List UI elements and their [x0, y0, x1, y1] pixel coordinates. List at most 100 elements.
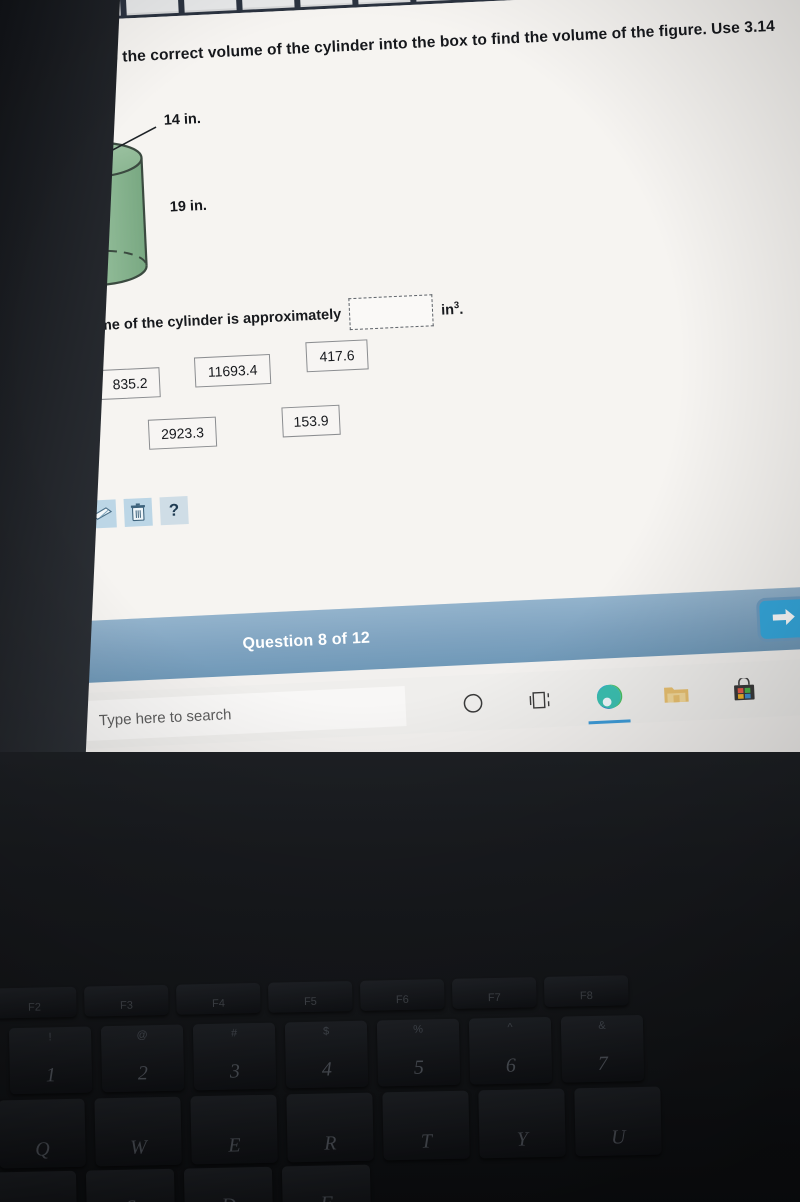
eraser-icon: [92, 507, 113, 522]
laptop-body-bottom: [0, 752, 800, 1202]
key-label: S: [125, 1197, 136, 1202]
laptop-photo: 1 2 3 4 Drag and drop the correct volume…: [0, 0, 800, 1202]
key-fn-label: F5: [303, 995, 317, 1009]
keyboard-key: #3: [192, 1022, 277, 1091]
start-button[interactable]: [0, 711, 53, 738]
answer-tile-group: 835.2 11693.4 417.6 2923.3 153.9: [79, 339, 504, 489]
rewind-button[interactable]: [0, 0, 17, 19]
back-button[interactable]: [21, 0, 63, 17]
keyboard-key: & 7: [560, 1014, 645, 1083]
answer-tile[interactable]: 153.9: [281, 404, 341, 438]
key-label: 2: [137, 1062, 149, 1085]
answer-unit: in3.: [441, 300, 464, 319]
cylinder-svg: [44, 126, 157, 287]
height-label: 19 in.: [169, 197, 208, 216]
key-label: 6: [505, 1054, 517, 1077]
keyboard-key: Y: [478, 1088, 566, 1159]
keyboard-key: A: [0, 1170, 78, 1202]
trash-tool-button[interactable]: [123, 497, 153, 527]
warning-triangle-icon: [64, 643, 82, 662]
status-bar-icon-group: ?: [26, 638, 87, 668]
key-label: 7: [597, 1052, 609, 1075]
tool-palette: ?: [87, 496, 189, 529]
file-explorer-icon[interactable]: [661, 678, 692, 709]
answer-tile[interactable]: 835.2: [99, 367, 161, 400]
keyboard-key: Q: [0, 1098, 86, 1169]
key-fn-label: F8: [579, 989, 593, 1003]
help-tool-button[interactable]: ?: [159, 496, 189, 526]
key-label: 4: [321, 1058, 333, 1081]
key-fn-label: F6: [395, 993, 409, 1007]
microsoft-store-icon[interactable]: [729, 674, 760, 705]
key-label: 5: [413, 1056, 425, 1079]
search-input-placeholder: Type here to search: [98, 705, 232, 729]
key-label: Y: [516, 1128, 529, 1151]
next-button[interactable]: Next: [755, 592, 800, 643]
key-shift-label: @: [136, 1029, 148, 1042]
keyboard-key: % 5: [376, 1018, 461, 1087]
laptop-screen: 1 2 3 4 Drag and drop the correct volume…: [0, 0, 800, 808]
key-label: Q: [35, 1138, 50, 1161]
unit-period: .: [458, 301, 464, 318]
diameter-label: 14 in.: [163, 110, 202, 129]
answer-drop-target[interactable]: [348, 294, 434, 331]
task-view-icon[interactable]: [525, 684, 556, 715]
key-label: R: [324, 1132, 337, 1155]
report-problem-button[interactable]: [59, 638, 87, 667]
trash-icon: [130, 503, 147, 522]
app-icon[interactable]: [796, 671, 800, 702]
rewind-icon: [0, 0, 7, 9]
key-fn-label: F7: [487, 991, 501, 1005]
keyboard-key: F3: [84, 984, 169, 1017]
key-label: F: [320, 1192, 333, 1202]
physical-keyboard: F2 F3 F4 F5 F6 F7 F8 ! 1 @2 #3 $4 % 5 ^ 6 &…: [0, 972, 800, 1202]
keyboard-key: ^ 6: [468, 1016, 553, 1085]
taskbar-search-box[interactable]: Type here to search: [55, 685, 407, 743]
keyboard-key: S: [85, 1168, 176, 1202]
keyboard-key: $4: [284, 1020, 369, 1089]
answer-tile[interactable]: 417.6: [305, 339, 369, 373]
key-shift-label: %: [413, 1023, 424, 1036]
keyboard-key: U: [574, 1086, 662, 1157]
key-shift-label: &: [598, 1019, 606, 1032]
answer-tile[interactable]: 11693.4: [193, 353, 272, 388]
key-shift-label: #: [230, 1027, 238, 1040]
page-tab-1[interactable]: 1: [66, 0, 121, 19]
unit-base: in: [440, 302, 455, 319]
keyboard-letter-row-1: Q W E R T Y U: [0, 1086, 662, 1169]
key-shift-label: $: [322, 1025, 330, 1038]
key-label: 3: [229, 1060, 241, 1083]
answer-tile[interactable]: 2923.3: [147, 416, 218, 450]
page-tab-3[interactable]: 3: [182, 0, 237, 13]
back-arrow-icon: [30, 0, 53, 7]
key-label: E: [228, 1134, 241, 1157]
key-shift-label: !: [48, 1031, 52, 1044]
keyboard-key: W: [94, 1096, 182, 1167]
taskbar-icon-group: [457, 671, 800, 718]
search-icon: [69, 710, 87, 733]
keyboard-key: F8: [543, 975, 629, 1007]
keyboard-key: E: [190, 1094, 278, 1165]
help-button[interactable]: ?: [26, 640, 54, 668]
question-card: Drag and drop the correct volume of the …: [0, 0, 800, 625]
windows-logo-icon: [14, 711, 34, 737]
keyboard-key: F2: [0, 986, 77, 1019]
keyboard-number-row: ! 1 @2 #3 $4 % 5 ^ 6 & 7: [8, 1014, 645, 1095]
microsoft-edge-icon[interactable]: [593, 681, 624, 712]
key-fn-label: F3: [119, 999, 134, 1012]
key-label: A: [26, 1199, 39, 1202]
keyboard-key: ! 1: [8, 1026, 93, 1095]
keyboard-key: F: [281, 1164, 372, 1202]
cortana-icon[interactable]: [457, 687, 488, 718]
key-shift-label: ^: [507, 1021, 513, 1034]
keyboard-key: F4: [176, 982, 261, 1015]
page-tab-5[interactable]: [298, 0, 353, 8]
keyboard-letter-row-2: A S D F: [0, 1164, 372, 1202]
key-label: T: [420, 1130, 433, 1153]
key-fn-label: F2: [27, 1001, 42, 1014]
page-tab-2[interactable]: 2: [124, 0, 179, 16]
page-tab-4[interactable]: 4: [240, 0, 295, 10]
eraser-tool-button[interactable]: [87, 499, 117, 529]
page-tab-7[interactable]: [414, 0, 469, 2]
page-tab-6[interactable]: [356, 0, 411, 5]
